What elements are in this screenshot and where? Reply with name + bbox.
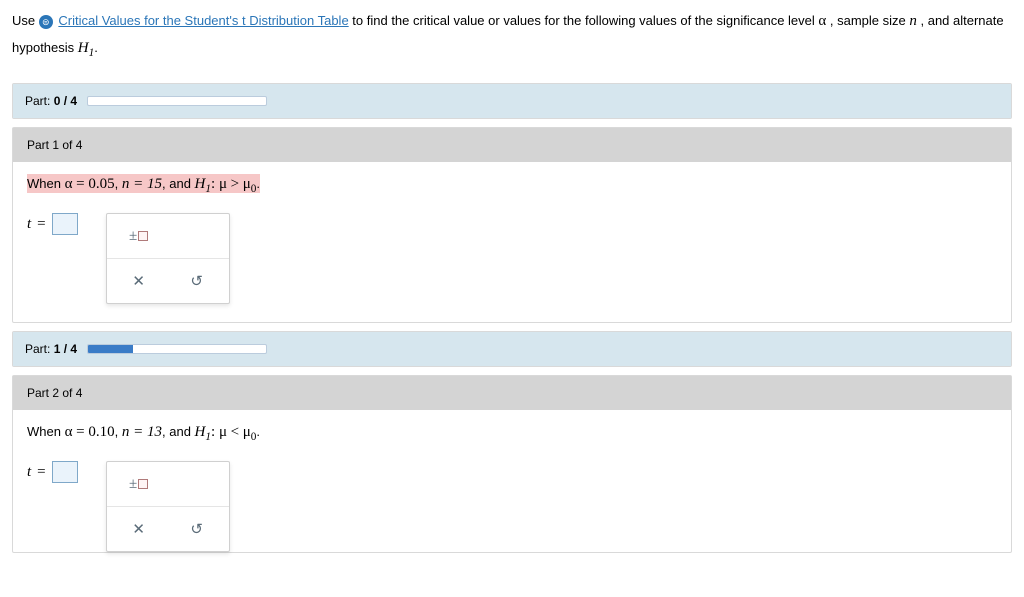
h1-symbol: H1	[78, 40, 94, 56]
x-icon: ✕	[132, 272, 145, 290]
instr-pre: Use	[12, 13, 39, 28]
part-2-card: Part 2 of 4 When α = 0.10, n = 13, and H…	[12, 375, 1012, 553]
placeholder-square-icon	[138, 479, 148, 489]
progress-card-1: Part: 1 / 4	[12, 331, 1012, 367]
reset-icon: ↺	[190, 272, 203, 290]
answer-input-2[interactable]	[52, 461, 78, 483]
t-label: t	[27, 216, 31, 233]
part-1-card: Part 1 of 4 When α = 0.05, n = 15, and H…	[12, 127, 1012, 323]
placeholder-square-icon	[138, 231, 148, 241]
part-1-body: When α = 0.05, n = 15, and H1: μ > μ0. t…	[13, 162, 1011, 322]
clear-button[interactable]: ✕	[113, 513, 165, 545]
progress-bar-1: Part: 1 / 4	[13, 332, 1011, 366]
progress-bar-0: Part: 0 / 4	[13, 84, 1011, 118]
progress-label: Part: 1 / 4	[25, 342, 77, 356]
progress-fill	[88, 345, 133, 353]
part-1-answer-row: t = ± ✕ ↺	[27, 213, 997, 304]
reset-button[interactable]: ↺	[171, 513, 223, 545]
instr-mid2: , sample size	[830, 13, 909, 28]
instr-end: .	[94, 40, 98, 55]
clear-button[interactable]: ✕	[113, 265, 165, 297]
t-table-link[interactable]: Critical Values for the Student's t Dist…	[58, 13, 348, 28]
plus-minus-button[interactable]: ±	[113, 220, 165, 252]
t-equals-group: t =	[27, 461, 78, 483]
instruction-text: Use ⊜ Critical Values for the Student's …	[12, 8, 1012, 63]
part-2-body: When α = 0.10, n = 13, and H1: μ < μ0. t…	[13, 410, 1011, 552]
part-2-answer-row: t = ± ✕ ↺	[27, 461, 997, 552]
plus-minus-button[interactable]: ±	[113, 468, 165, 500]
n-symbol: n	[909, 13, 917, 29]
t-label: t	[27, 464, 31, 481]
progress-card-0: Part: 0 / 4	[12, 83, 1012, 119]
symbol-toolset-1: ± ✕ ↺	[106, 213, 230, 304]
answer-input-1[interactable]	[52, 213, 78, 235]
alpha-symbol: α	[818, 13, 826, 29]
progress-track	[87, 344, 267, 354]
part-1-question: When α = 0.05, n = 15, and H1: μ > μ0.	[27, 174, 260, 193]
equals: =	[37, 216, 45, 233]
instr-mid: to find the critical value or values for…	[352, 13, 818, 28]
link-badge-icon: ⊜	[39, 15, 53, 29]
part-1-header: Part 1 of 4	[13, 128, 1011, 162]
progress-track	[87, 96, 267, 106]
t-equals-group: t =	[27, 213, 78, 235]
part-2-header: Part 2 of 4	[13, 376, 1011, 410]
reset-icon: ↺	[190, 520, 203, 538]
part-2-question: When α = 0.10, n = 13, and H1: μ < μ0.	[27, 424, 260, 439]
x-icon: ✕	[132, 520, 145, 538]
equals: =	[37, 464, 45, 481]
progress-label: Part: 0 / 4	[25, 94, 77, 108]
reset-button[interactable]: ↺	[171, 265, 223, 297]
symbol-toolset-2: ± ✕ ↺	[106, 461, 230, 552]
